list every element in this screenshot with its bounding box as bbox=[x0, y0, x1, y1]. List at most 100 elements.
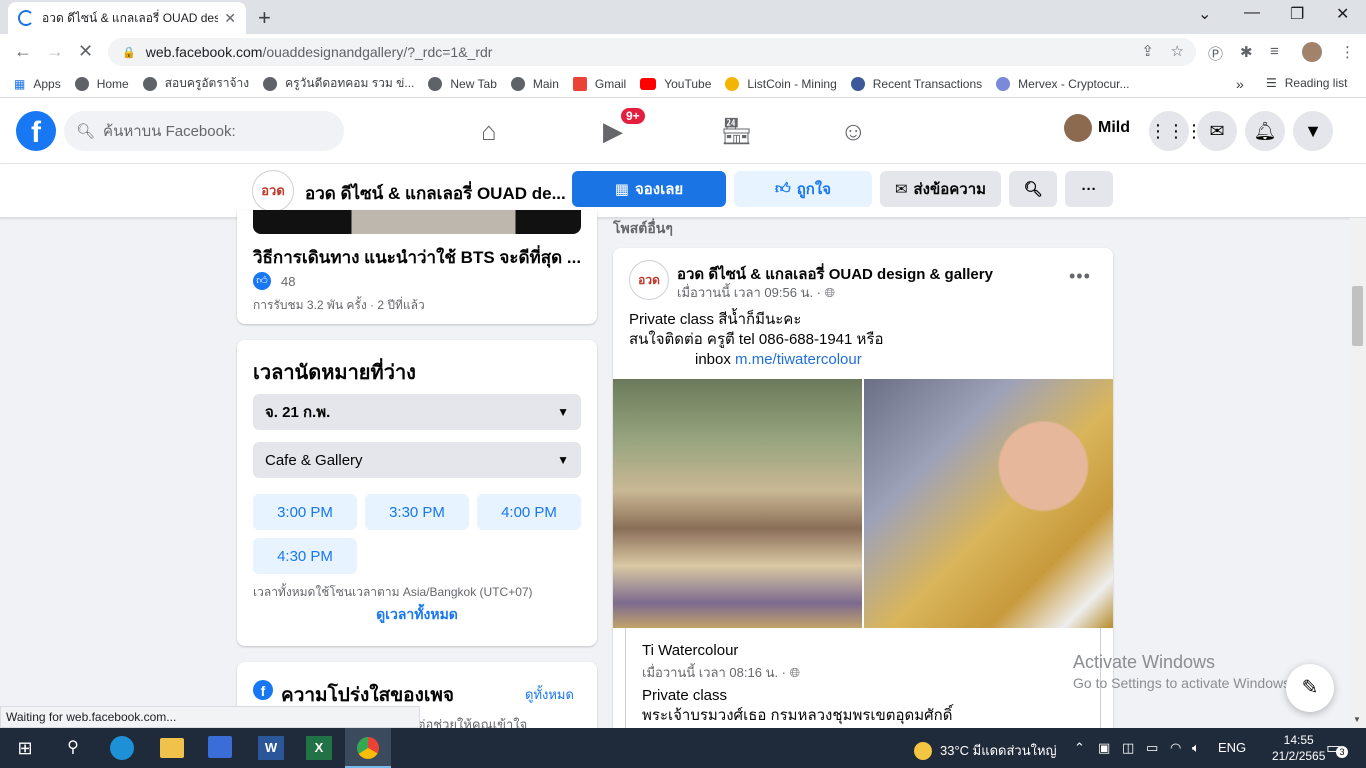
browser-tab[interactable]: อวด ดีไซน์ & แกลเลอรี่ OUAD design ✕ bbox=[8, 2, 246, 34]
url-host: web.facebook.com bbox=[145, 44, 263, 60]
video-thumbnail[interactable] bbox=[253, 210, 581, 234]
send-message-button[interactable]: ✉ ส่งข้อความ bbox=[880, 171, 1001, 207]
appointments-heading: เวลานัดหมายที่ว่าง bbox=[253, 362, 416, 384]
bookmark-recent-transactions[interactable]: Recent Transactions bbox=[850, 76, 982, 91]
bookmark-listcoin[interactable]: ListCoin - Mining bbox=[725, 76, 837, 91]
file-explorer-icon[interactable] bbox=[160, 738, 184, 758]
battery-icon[interactable]: ▭ bbox=[1146, 740, 1158, 756]
groups-icon[interactable]: ☺ bbox=[840, 116, 867, 147]
show-hidden-icons-icon[interactable]: ⌃ bbox=[1074, 740, 1085, 756]
wifi-icon[interactable]: ◠ bbox=[1170, 740, 1181, 756]
watch-icon[interactable]: ▶︎ bbox=[603, 116, 623, 147]
post-author-avatar[interactable]: อวด bbox=[629, 260, 669, 300]
chrome-taskbar-icon[interactable] bbox=[345, 728, 391, 768]
address-bar[interactable]: 🔒 web.facebook.com/ouaddesignandgallery/… bbox=[108, 38, 1196, 66]
new-message-edit-icon[interactable]: ✎ bbox=[1286, 664, 1334, 712]
notification-center-icon[interactable]: ▭ 3 bbox=[1326, 738, 1348, 758]
extension-p-icon[interactable]: Ⓟ bbox=[1208, 43, 1223, 64]
tab-close-icon[interactable]: ✕ bbox=[224, 10, 236, 27]
share-icon[interactable]: ⇪ bbox=[1141, 42, 1154, 60]
bookmark-home[interactable]: Home bbox=[74, 76, 129, 91]
time-slot[interactable]: 3:30 PM bbox=[365, 494, 469, 530]
bookmark-star-icon[interactable]: ☆ bbox=[1171, 42, 1184, 60]
reading-list-button[interactable]: ☰ Reading list bbox=[1266, 76, 1347, 90]
bookmark-teacher-exam[interactable]: สอบครูอัตราจ้าง bbox=[142, 74, 249, 93]
apps-grid-icon: ▦ bbox=[14, 76, 26, 91]
time-slot[interactable]: 3:00 PM bbox=[253, 494, 357, 530]
camera-icon[interactable]: ▣ bbox=[1098, 740, 1110, 756]
transactions-icon bbox=[850, 76, 865, 91]
forward-icon[interactable]: → bbox=[46, 41, 64, 62]
scroll-down-icon[interactable]: ▼ bbox=[1353, 715, 1361, 724]
bookmark-gmail[interactable]: Gmail bbox=[572, 76, 626, 91]
chrome-menu-icon[interactable]: ⋮ bbox=[1340, 43, 1355, 61]
video-title[interactable]: วิธีการเดินทาง แนะนำว่าใช้ BTS จะดีที่สุ… bbox=[253, 244, 581, 271]
volume-icon[interactable]: 🔈︎ bbox=[1192, 740, 1200, 756]
messenger-link[interactable]: m.me/tiwatercolour bbox=[735, 351, 862, 368]
menu-grid-icon[interactable]: ⋮⋮⋮ bbox=[1149, 111, 1203, 151]
bookmark-main[interactable]: Main bbox=[510, 76, 559, 91]
youtube-icon bbox=[640, 77, 657, 90]
post-photo-painting-class[interactable] bbox=[613, 379, 862, 628]
microsoft-store-icon[interactable] bbox=[208, 736, 232, 758]
bookmark-mervex[interactable]: Mervex - Cryptocur... bbox=[996, 76, 1130, 91]
bookmarks-overflow-icon[interactable]: » bbox=[1236, 76, 1244, 92]
facebook-navbar: f 🔍︎ ค้นหาบน Facebook: ⌂ ▶︎ 9+ 🏪︎ ☺ Mild… bbox=[0, 98, 1366, 164]
tab-search-icon[interactable]: ⌄ bbox=[1198, 4, 1211, 24]
home-icon[interactable]: ⌂ bbox=[481, 116, 497, 147]
time-slot[interactable]: 4:00 PM bbox=[477, 494, 581, 530]
update-icon[interactable]: ◫ bbox=[1122, 740, 1134, 756]
bookmark-apps[interactable]: ▦ Apps bbox=[14, 77, 61, 91]
post-options-icon[interactable]: ••• bbox=[1069, 266, 1091, 287]
excel-icon[interactable]: X bbox=[306, 736, 332, 760]
search-icon: 🔍︎ bbox=[1023, 181, 1043, 198]
bookmark-new-tab[interactable]: New Tab bbox=[428, 76, 497, 91]
windows-start-icon[interactable]: ⊞ bbox=[12, 736, 38, 760]
calendar-icon: ▦ bbox=[614, 181, 629, 198]
close-window-button[interactable]: ✕ bbox=[1336, 4, 1349, 24]
marketplace-icon[interactable]: 🏪︎ bbox=[720, 116, 753, 147]
bookmark-kruwandee[interactable]: ครูวันดีดอทคอม รวม ข่... bbox=[263, 74, 414, 93]
profile-avatar-icon[interactable] bbox=[1302, 42, 1322, 62]
minimize-button[interactable]: — bbox=[1244, 4, 1260, 22]
shared-post-timestamp[interactable]: เมื่อวานนี้ เวลา 08:16 น. · 🌐︎ bbox=[642, 662, 800, 683]
new-tab-button[interactable]: + bbox=[258, 5, 271, 31]
shared-post-author[interactable]: Ti Watercolour bbox=[642, 642, 738, 659]
post-timestamp[interactable]: เมื่อวานนี้ เวลา 09:56 น. · 🌐︎ bbox=[677, 282, 835, 303]
like-page-button[interactable]: 👍︎ ถูกใจ bbox=[734, 171, 872, 207]
word-icon[interactable]: W bbox=[258, 736, 284, 760]
taskbar-clock[interactable]: 14:55 21/2/2565 bbox=[1272, 732, 1325, 764]
back-icon[interactable]: ← bbox=[14, 41, 32, 62]
see-all-times-link[interactable]: ดูเวลาทั้งหมด bbox=[237, 604, 597, 626]
stop-icon[interactable]: ✕ bbox=[78, 41, 93, 62]
notification-count: 3 bbox=[1336, 746, 1348, 758]
weather-widget[interactable]: 33°C มีแดดส่วนใหญ่ bbox=[914, 740, 1057, 761]
page-logo[interactable]: อวด bbox=[252, 170, 294, 212]
date-select[interactable]: จ. 21 ก.พ. ▼ bbox=[253, 394, 581, 430]
language-indicator[interactable]: ENG bbox=[1218, 740, 1246, 755]
scrollbar-thumb[interactable] bbox=[1352, 286, 1363, 346]
gmail-icon bbox=[572, 76, 587, 91]
service-select[interactable]: Cafe & Gallery ▼ bbox=[253, 442, 581, 478]
avatar bbox=[1064, 114, 1092, 142]
taskbar-search-icon[interactable]: ⚲ bbox=[60, 736, 86, 760]
notifications-bell-icon[interactable]: 🔔︎ bbox=[1245, 111, 1285, 151]
page-name: อวด ดีไซน์ & แกลเลอรี่ OUAD de... bbox=[305, 184, 566, 203]
restore-button[interactable]: ❐ bbox=[1290, 4, 1304, 24]
messenger-icon[interactable]: ✉ bbox=[1197, 111, 1237, 151]
facebook-search-input[interactable]: 🔍︎ ค้นหาบน Facebook: bbox=[64, 111, 344, 151]
page-search-button[interactable]: 🔍︎ bbox=[1009, 171, 1057, 207]
profile-shortcut[interactable]: Mild bbox=[1064, 114, 1130, 142]
post-photo-portrait[interactable] bbox=[864, 379, 1113, 628]
transparency-see-all-link[interactable]: ดูทั้งหมด bbox=[525, 684, 574, 705]
edge-browser-icon[interactable] bbox=[110, 736, 134, 760]
facebook-logo[interactable]: f bbox=[16, 111, 56, 151]
bookmark-youtube[interactable]: YouTube bbox=[640, 77, 711, 91]
page-more-button[interactable]: ··· bbox=[1065, 171, 1113, 207]
account-chevron-down-icon[interactable]: ▼ bbox=[1293, 111, 1333, 151]
media-control-icon[interactable]: ≡ bbox=[1270, 43, 1279, 60]
extensions-puzzle-icon[interactable]: ✱ bbox=[1240, 43, 1253, 61]
time-slot[interactable]: 4:30 PM bbox=[253, 538, 357, 574]
book-now-button[interactable]: ▦ จองเลย bbox=[572, 171, 726, 207]
browser-status-bar: Waiting for web.facebook.com... bbox=[0, 706, 420, 728]
